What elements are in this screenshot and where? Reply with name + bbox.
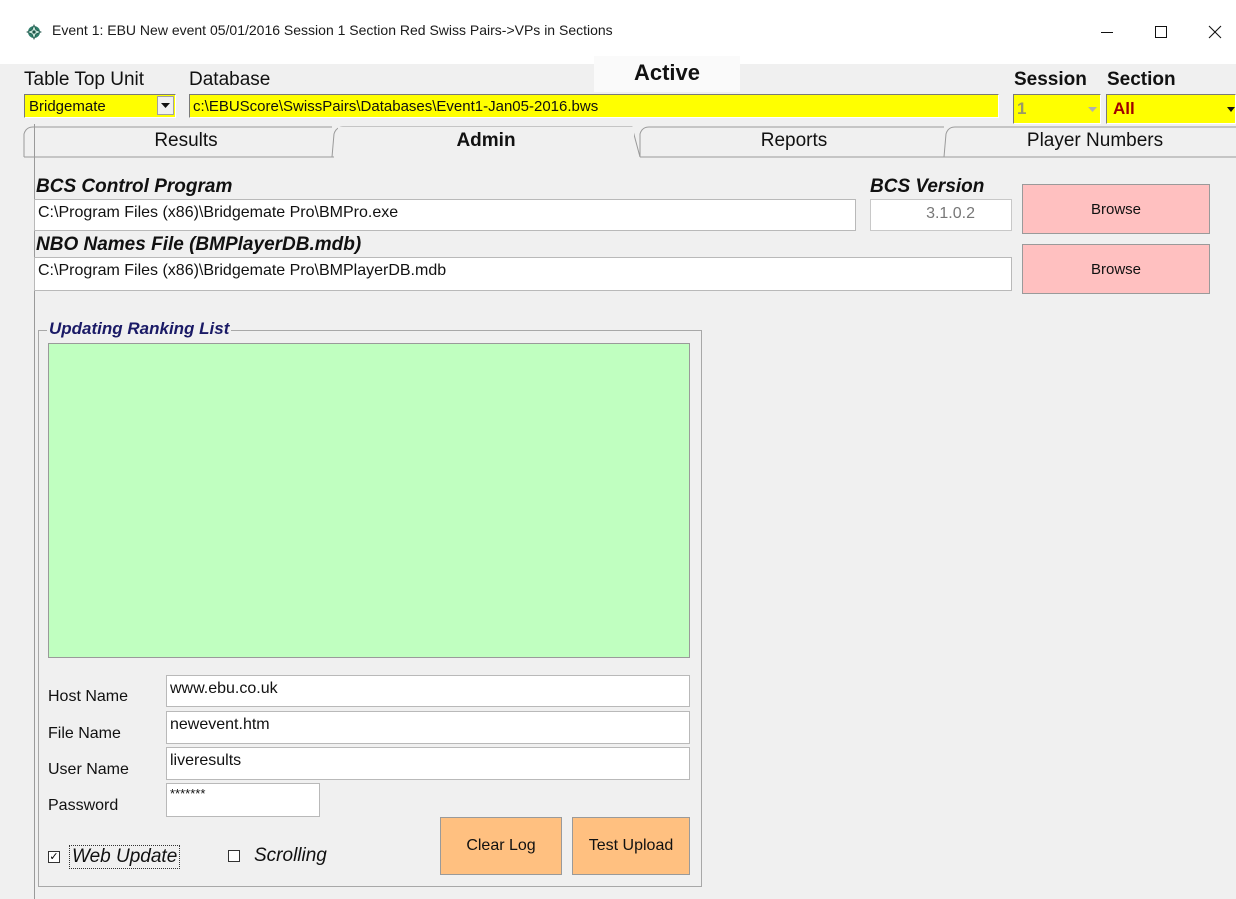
checkmark-icon: ✓	[49, 850, 59, 863]
web-update-check-box[interactable]: ✓	[48, 851, 60, 863]
section-value: All	[1113, 99, 1135, 118]
maximize-icon	[1155, 26, 1167, 38]
scrolling-label: Scrolling	[254, 845, 327, 866]
host-name-label: Host Name	[48, 688, 129, 705]
close-icon	[1208, 25, 1222, 39]
ranking-log-area[interactable]	[48, 343, 690, 658]
window-title: Event 1: EBU New event 05/01/2016 Sessio…	[52, 22, 613, 38]
panel-border	[34, 124, 35, 899]
tab-results[interactable]: Results	[40, 127, 332, 155]
bcs-program-label: BCS Control Program	[36, 176, 233, 197]
tab-admin[interactable]: Admin	[338, 127, 634, 155]
clear-log-button[interactable]: Clear Log	[440, 817, 562, 875]
database-path-field[interactable]: c:\EBUScore\SwissPairs\Databases\Event1-…	[189, 94, 999, 118]
minimize-button[interactable]	[1084, 12, 1130, 52]
password-label: Password	[48, 797, 119, 814]
chevron-down-icon	[161, 102, 170, 108]
dropdown-button[interactable]	[157, 96, 174, 115]
scrolling-checkbox[interactable]: Scrolling	[228, 845, 327, 867]
bridge-app-icon[interactable]	[25, 23, 43, 41]
table-top-unit-select[interactable]: Bridgemate	[24, 94, 176, 118]
session-select[interactable]: 1	[1013, 94, 1101, 124]
chevron-down-icon	[1227, 107, 1235, 112]
minimize-icon	[1101, 32, 1113, 33]
database-path-value: c:\EBUScore\SwissPairs\Databases\Event1-…	[193, 98, 599, 115]
table-top-unit-value: Bridgemate	[29, 98, 106, 115]
ranking-group-title: Updating Ranking List	[47, 319, 232, 339]
session-value: 1	[1017, 99, 1027, 118]
web-update-label: Web Update	[69, 845, 181, 869]
bcs-version-label: BCS Version	[870, 176, 985, 197]
title-bar: Event 1: EBU New event 05/01/2016 Sessio…	[0, 0, 1236, 64]
bcs-version-field: 3.1.0.2	[870, 199, 1012, 231]
maximize-button[interactable]	[1138, 12, 1184, 52]
status-label: Active	[633, 60, 701, 85]
file-name-label: File Name	[48, 725, 121, 742]
browse-bcs-program-button[interactable]: Browse	[1022, 184, 1210, 234]
chevron-down-icon	[1087, 107, 1097, 112]
database-label: Database	[189, 69, 271, 90]
section-dropdown-button[interactable]	[1225, 99, 1236, 121]
tab-player-numbers[interactable]: Player Numbers	[954, 127, 1236, 155]
web-update-checkbox[interactable]: ✓ Web Update	[48, 845, 181, 869]
close-button[interactable]	[1192, 12, 1236, 52]
scrolling-check-box[interactable]	[228, 850, 240, 862]
nbo-names-label: NBO Names File (BMPlayerDB.mdb)	[36, 234, 362, 255]
browse-nbo-names-button[interactable]: Browse	[1022, 244, 1210, 294]
session-label: Session	[1014, 69, 1087, 90]
nbo-names-path-field[interactable]: C:\Program Files (x86)\Bridgemate Pro\BM…	[34, 257, 1012, 291]
table-top-unit-label: Table Top Unit	[24, 69, 145, 90]
session-dropdown-button[interactable]	[1084, 99, 1100, 121]
test-upload-button[interactable]: Test Upload	[572, 817, 690, 875]
host-name-field[interactable]: www.ebu.co.uk	[166, 675, 690, 707]
user-name-label: User Name	[48, 761, 129, 778]
bcs-program-path-field[interactable]: C:\Program Files (x86)\Bridgemate Pro\BM…	[34, 199, 856, 231]
section-label: Section	[1107, 69, 1176, 90]
user-name-field[interactable]: liveresults	[166, 747, 690, 780]
section-select[interactable]: All	[1106, 94, 1236, 124]
password-field[interactable]: *******	[166, 783, 320, 817]
file-name-field[interactable]: newevent.htm	[166, 711, 690, 744]
tab-reports[interactable]: Reports	[646, 127, 942, 155]
